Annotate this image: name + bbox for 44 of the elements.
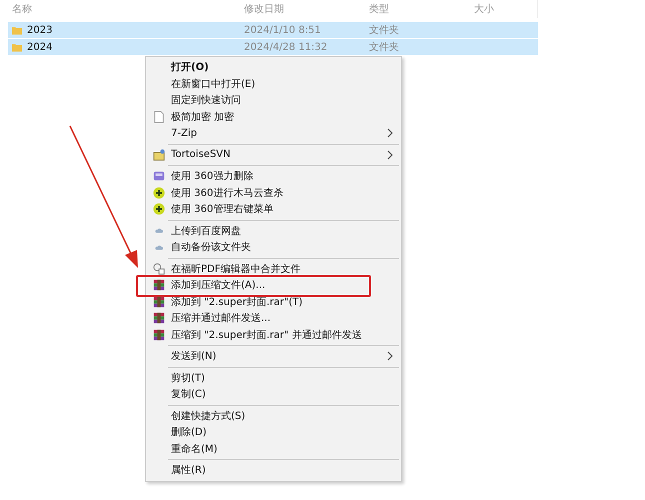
file-type: 文件夹	[369, 40, 400, 54]
menu-item[interactable]: 打开(O)	[146, 59, 401, 76]
menu-item[interactable]: 压缩并通过邮件发送...	[146, 310, 401, 326]
cloud-icon	[154, 244, 162, 251]
merge-document-icon	[152, 262, 164, 275]
chevron-right-icon	[387, 150, 393, 160]
menu-item[interactable]: 属性(R)	[146, 462, 401, 478]
plus-circle-icon	[152, 186, 164, 199]
archive-icon	[152, 296, 164, 308]
menu-item[interactable]: 使用 360进行木马云查杀	[146, 184, 401, 201]
menu-item[interactable]: 创建快捷方式(S)	[146, 408, 401, 424]
menu-item[interactable]: 在福昕PDF编辑器中合并文件	[146, 260, 401, 277]
menu-item[interactable]: TortoiseSVN	[146, 146, 401, 163]
document-icon	[152, 110, 164, 123]
file-type: 文件夹	[369, 24, 400, 37]
folder-row[interactable]: 2024 2024/4/28 11:32 文件夹	[8, 39, 538, 55]
chevron-right-icon	[387, 128, 393, 138]
menu-item[interactable]: 上传到百度网盘	[146, 222, 401, 239]
cloud-icon	[154, 227, 162, 234]
menu-item[interactable]: 添加到压缩文件(A)...	[146, 277, 401, 294]
menu-item[interactable]: 重命名(M)	[146, 440, 401, 457]
menu-item[interactable]: 使用 360强力删除	[146, 168, 401, 184]
modified-date: 2024/4/28 11:32	[244, 42, 328, 52]
menu-item[interactable]: 7-Zip	[146, 125, 401, 142]
archive-icon	[152, 279, 164, 292]
menu-item[interactable]: 使用 360管理右键菜单	[146, 201, 401, 218]
menu-item[interactable]: 删除(D)	[146, 424, 401, 440]
menu-item[interactable]: 添加到 "2.super封面.rar"(T)	[146, 294, 401, 310]
menu-item[interactable]: 固定到快速访问	[146, 92, 401, 108]
menu-item[interactable]: 复制(C)	[146, 386, 401, 402]
menu-item[interactable]: 在新窗口中打开(E)	[146, 76, 401, 92]
menu-item[interactable]: 极简加密 加密	[146, 108, 401, 125]
menu-item[interactable]: 发送到(N)	[146, 348, 401, 364]
folder-name: 2023	[27, 24, 52, 36]
menu-item[interactable]: 自动备份该文件夹	[146, 239, 401, 256]
modified-date: 2024/1/10 8:51	[244, 24, 322, 36]
menu-item[interactable]: 剪切(T)	[146, 370, 401, 386]
archive-icon	[152, 312, 164, 324]
plus-circle-icon	[152, 203, 164, 216]
archive-icon	[152, 328, 164, 341]
folder-row[interactable]: 2023 2024/1/10 8:51 文件夹	[8, 22, 538, 38]
chevron-right-icon	[387, 351, 393, 362]
folder-name: 2024	[27, 42, 52, 52]
menu-item[interactable]: 压缩到 "2.super封面.rar" 并通过邮件发送	[146, 326, 401, 343]
